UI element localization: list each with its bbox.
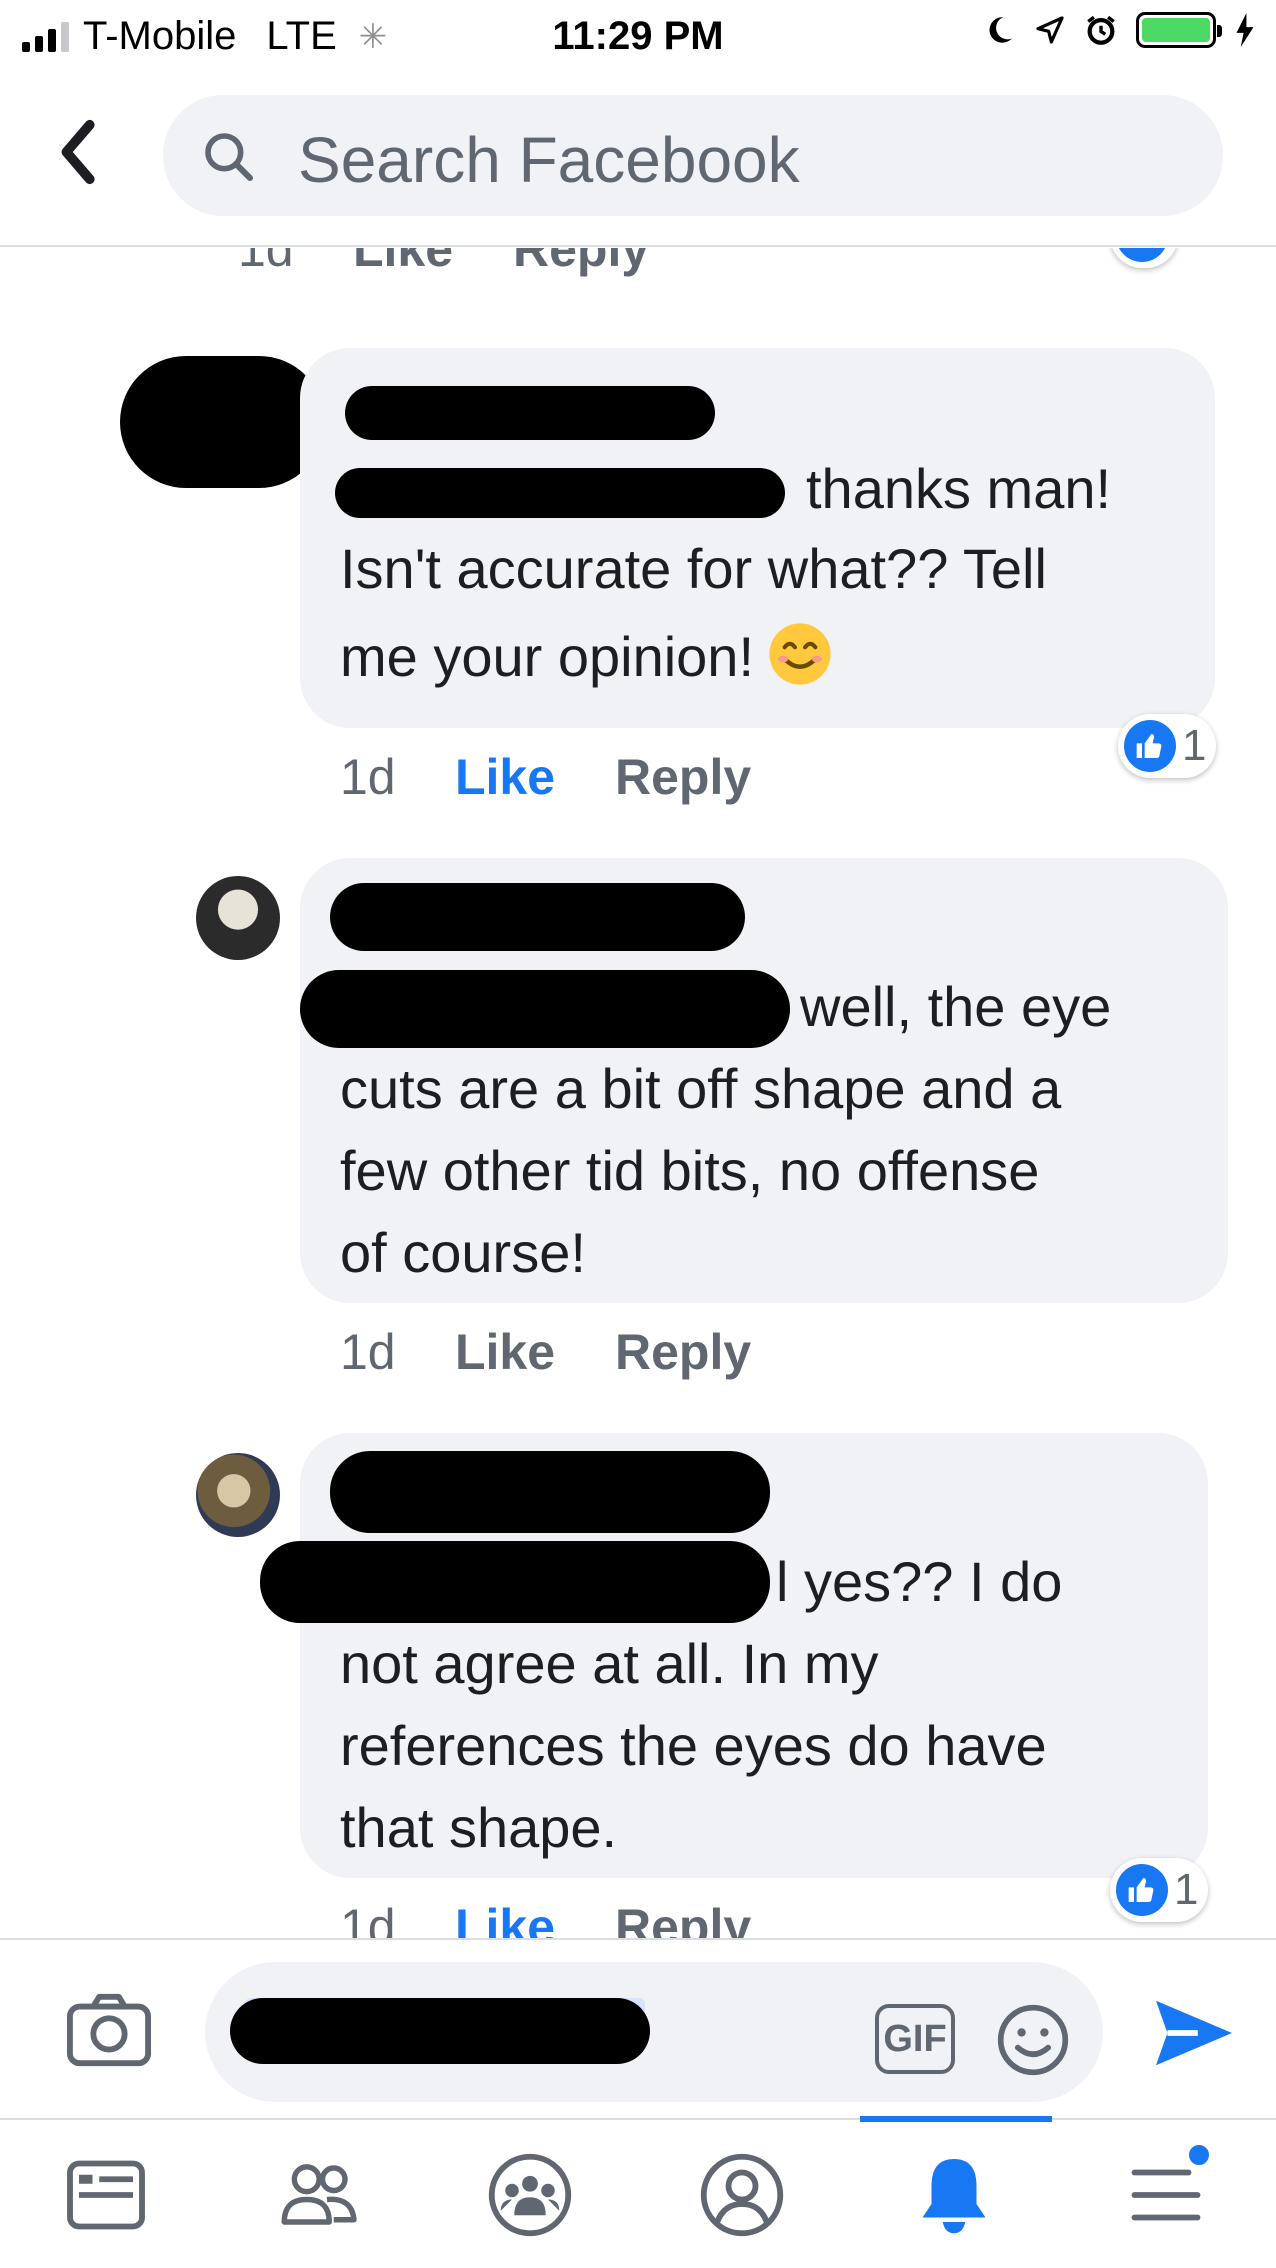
reaction-badge-previous[interactable] [1110,248,1178,268]
gif-icon[interactable]: GIF [875,2004,955,2074]
comment-text-line: few other tid bits, no offense [340,1139,1040,1202]
comment-composer: GIF [0,1938,1276,2118]
reply-button[interactable]: Reply [615,748,751,806]
comment-thread: 1d Like Reply thanks man! Isn't accurate… [0,248,1276,1938]
tab-news-feed[interactable] [0,2120,212,2268]
mention-redacted [300,970,790,1048]
input-text-redacted [230,1998,650,2064]
mention-redacted [260,1541,770,1623]
search-input[interactable]: Search Facebook [163,95,1223,216]
like-button[interactable]: Like [455,1898,615,1938]
battery-icon [1136,12,1222,48]
avatar[interactable] [196,876,280,960]
comment-text-line: cuts are a bit off shape and a [340,1057,1062,1120]
comment-time: 1d [340,749,396,805]
comment-bubble: thanks man! Isn't accurate for what?? Te… [300,348,1215,728]
reply-button[interactable]: Reply [615,1898,751,1938]
like-reaction-icon [1124,720,1176,772]
comment-text-line: that shape. [340,1796,618,1859]
comment-time: 1d [340,1324,396,1380]
notification-dot [1186,2142,1212,2168]
author-name-redacted [345,386,715,440]
comment-text-line: of course! [340,1221,586,1284]
groups-icon [488,2153,572,2237]
bell-icon [922,2159,986,2234]
camera-icon[interactable] [66,1992,152,2068]
search-icon [205,133,254,182]
reply-button[interactable]: Reply [615,1323,751,1381]
like-reaction-icon [1116,248,1168,262]
mention-redacted [335,468,785,518]
comment-time: 1d [340,1899,396,1938]
location-arrow-icon [1036,16,1064,44]
moon-icon [989,17,1012,43]
comment-text-line: Isn't accurate for what?? Tell [340,537,1047,600]
comment-actions: 1d Like Reply [340,748,751,806]
comment-text-span: me your opinion! [340,625,755,688]
comment-text-line: not agree at all. In my [340,1632,879,1695]
like-reaction-icon [1116,1864,1168,1916]
tab-groups[interactable] [424,2120,636,2268]
comment-bubble: l yes?? I do not agree at all. In my ref… [260,1433,1208,1878]
tab-profile[interactable] [636,2120,848,2268]
author-name-redacted [330,1451,770,1533]
comment-input[interactable]: GIF [205,1962,1103,2102]
reaction-badge[interactable]: 1 [1110,1858,1209,1922]
like-button[interactable]: Like [455,748,615,806]
comment-text-line: l yes?? I do [776,1550,1063,1613]
author-name-redacted [330,883,745,951]
news-feed-icon [67,2160,145,2230]
comment-time: 1d [238,248,294,277]
reaction-count: 1 [1182,721,1207,770]
comment-text-line: me your opinion! [340,616,834,698]
search-header: Search Facebook [0,72,1276,247]
profile-icon [700,2153,784,2237]
comment-actions: 1d Like Reply [340,1323,751,1381]
alarm-icon [1087,15,1115,45]
comment-text-line: thanks man! [806,457,1112,520]
avatar[interactable] [120,356,325,488]
status-right [982,12,1256,48]
comment-actions: 1d Like Reply [340,1898,751,1938]
search-placeholder: Search Facebook [298,124,800,196]
emoji-picker-icon[interactable] [995,2002,1071,2078]
tab-friends[interactable] [212,2120,424,2268]
comment-text-line: references the eyes do have [340,1714,1047,1777]
reply-button[interactable]: Reply [513,248,649,278]
charging-bolt-icon [1236,13,1254,47]
comment-bubble: well, the eye cuts are a bit off shape a… [300,858,1228,1303]
status-bar: T-Mobile LTE ✳ 11:29 PM [0,0,1276,72]
send-icon[interactable] [1152,1995,1236,2071]
bottom-tab-bar [0,2116,1276,2268]
friends-icon [281,2164,357,2225]
reaction-badge[interactable]: 1 [1118,714,1217,778]
like-button[interactable]: Like [455,1323,615,1381]
smiling-face-emoji-icon [769,623,831,685]
tab-notifications[interactable] [848,2120,1060,2268]
back-chevron-icon[interactable] [50,117,110,187]
comment-actions-previous: 1d Like Reply [238,248,649,278]
reaction-count: 1 [1174,1865,1199,1914]
avatar[interactable] [196,1453,280,1537]
tab-menu[interactable] [1060,2120,1272,2268]
like-button[interactable]: Like [353,248,513,278]
comment-text-line: well, the eye [800,975,1112,1038]
